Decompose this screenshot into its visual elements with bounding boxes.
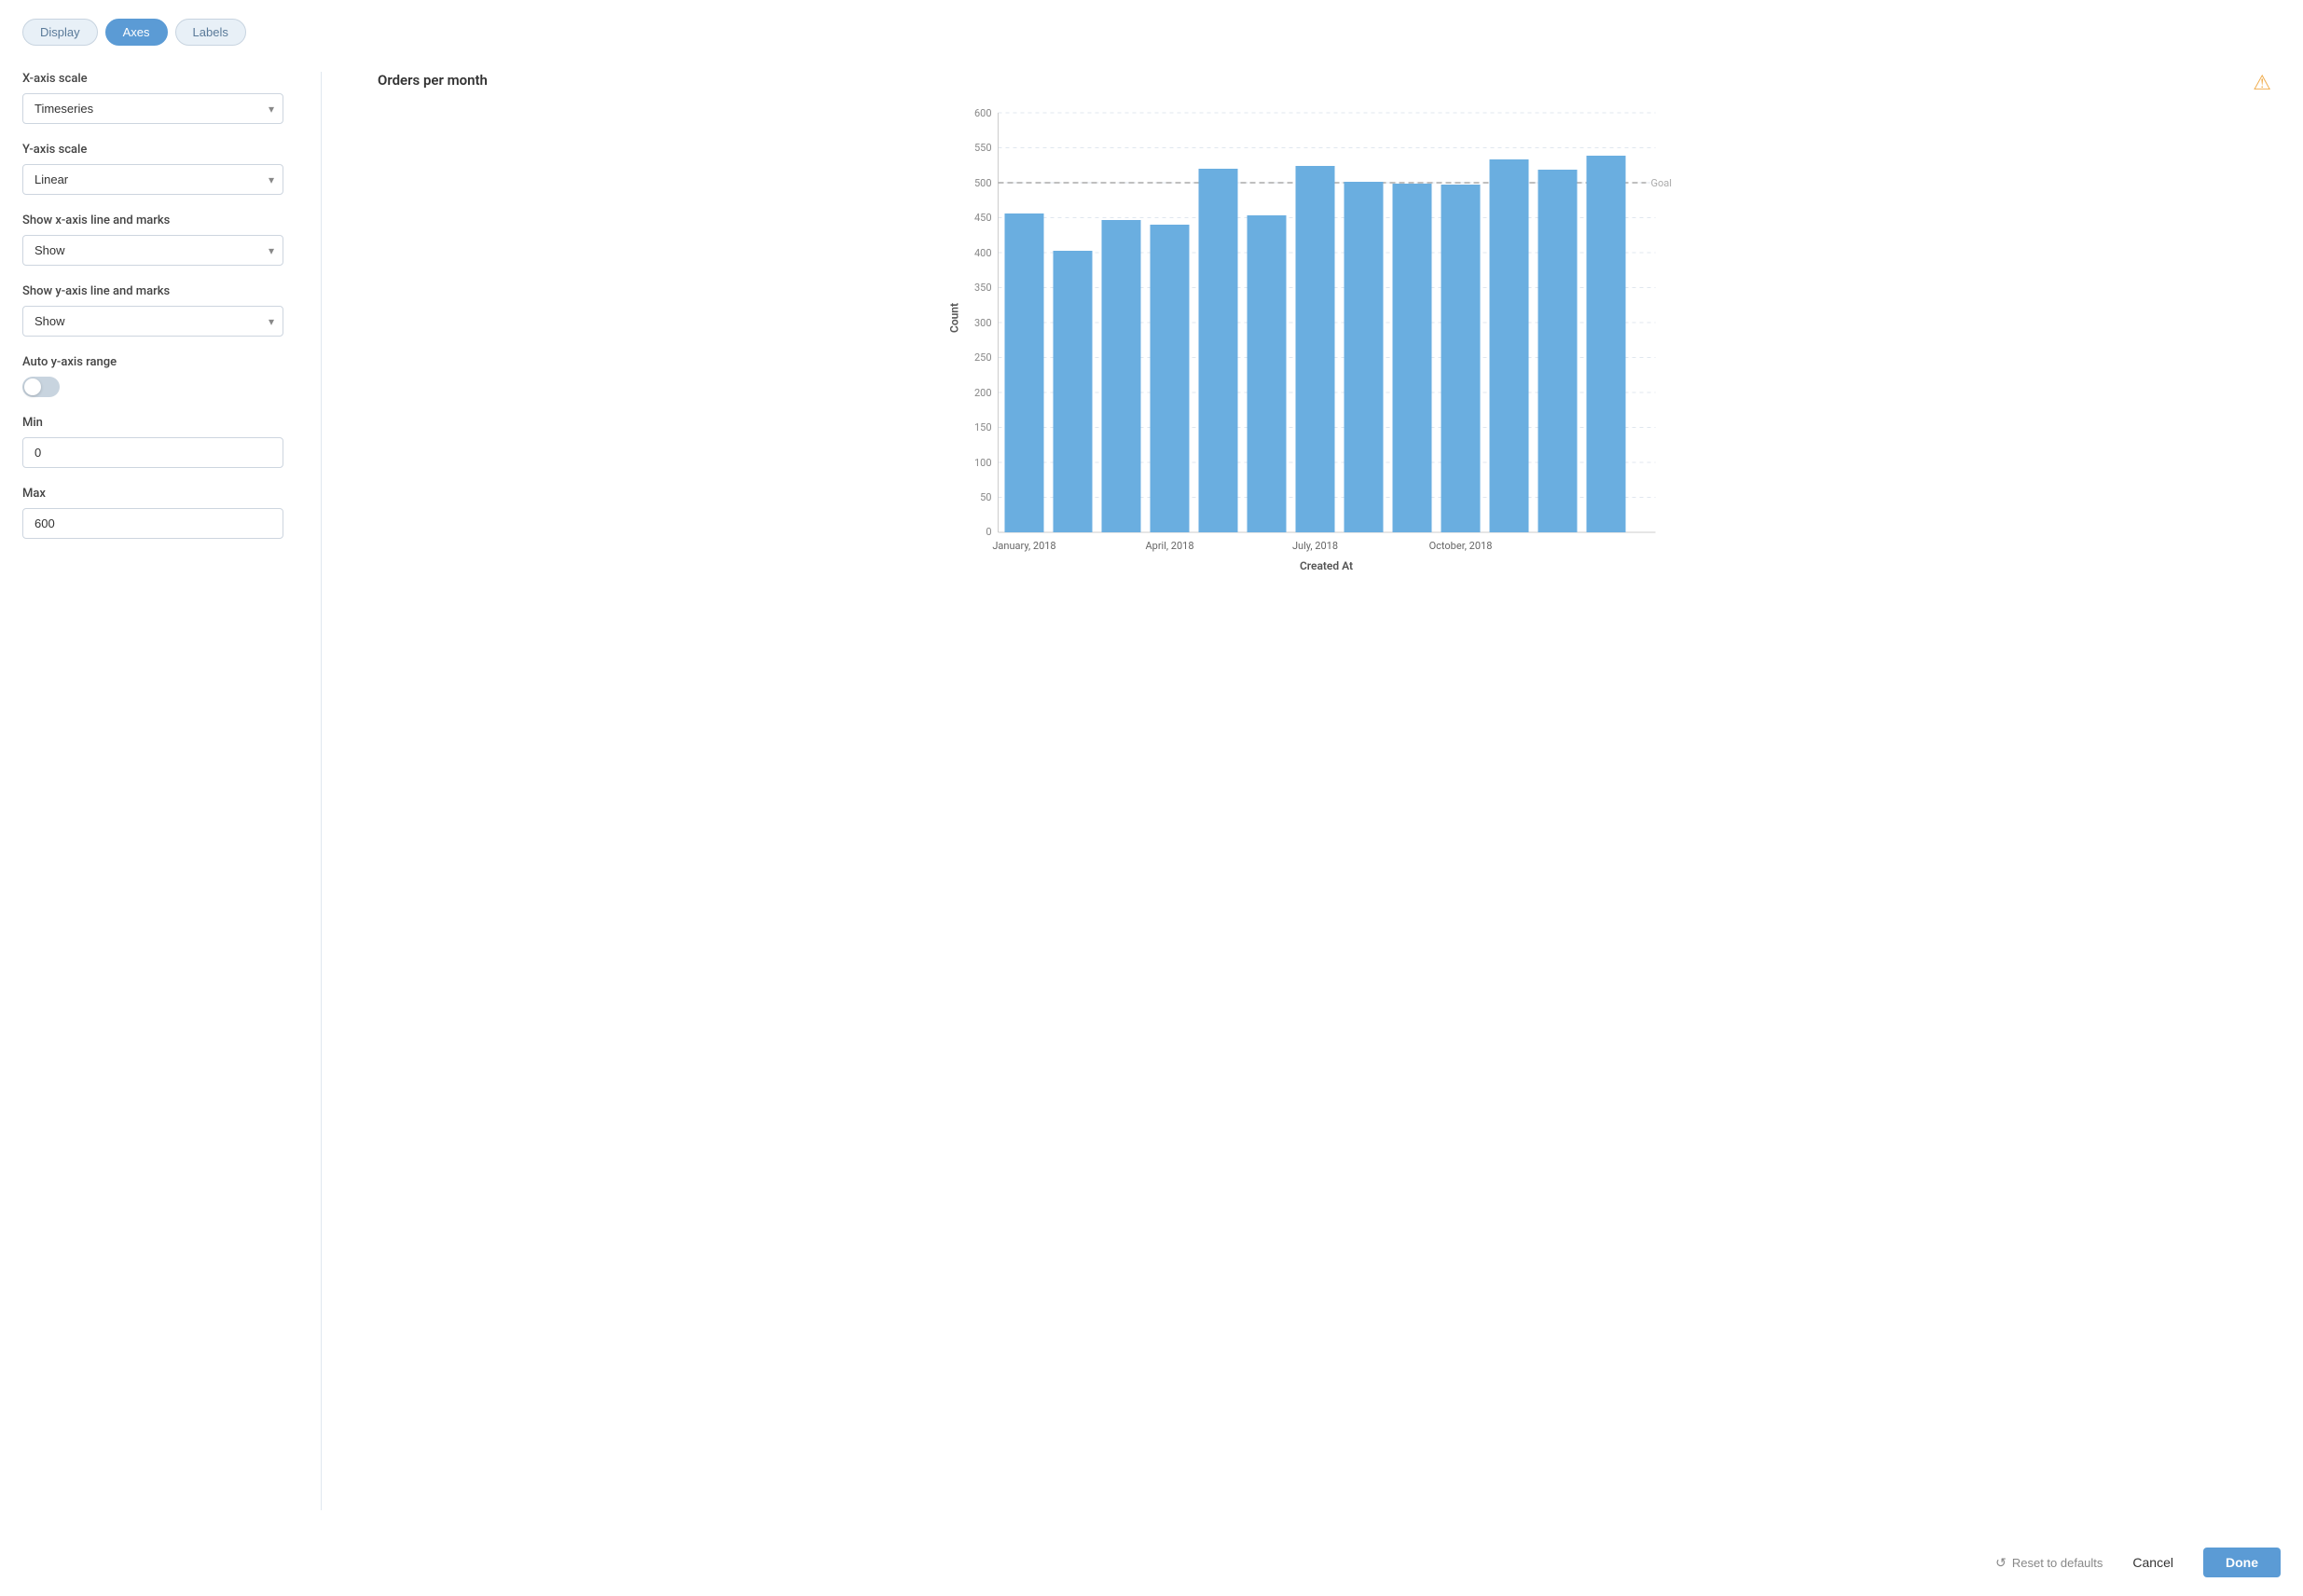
- bar-jul: [1296, 166, 1335, 532]
- bar-oct: [1441, 185, 1481, 532]
- svg-text:October, 2018: October, 2018: [1429, 540, 1493, 552]
- bar-aug: [1345, 182, 1384, 532]
- bar-feb: [1054, 251, 1093, 532]
- footer-actions: ↺ Reset to defaults Cancel Done: [22, 1533, 2281, 1577]
- svg-text:July, 2018: July, 2018: [1292, 540, 1338, 552]
- chart-title: Orders per month: [378, 72, 2281, 89]
- svg-text:350: 350: [974, 282, 992, 294]
- show-yaxis-select[interactable]: Show Hide: [22, 306, 283, 337]
- show-xaxis-select[interactable]: Show Hide: [22, 235, 283, 266]
- bar-jan2: [1587, 156, 1626, 532]
- svg-text:100: 100: [974, 457, 992, 469]
- svg-text:550: 550: [974, 142, 992, 154]
- min-group: Min: [22, 416, 283, 468]
- tab-display[interactable]: Display: [22, 19, 98, 46]
- show-xaxis-group: Show x-axis line and marks Show Hide ▾: [22, 213, 283, 266]
- bar-apr: [1151, 225, 1190, 532]
- bar-may: [1199, 169, 1238, 532]
- tab-labels[interactable]: Labels: [175, 19, 246, 46]
- bar-nov: [1490, 159, 1529, 532]
- bar-jan: [1005, 213, 1044, 532]
- show-xaxis-label: Show x-axis line and marks: [22, 213, 283, 227]
- left-panel: X-axis scale Timeseries Ordinal Quantita…: [22, 72, 311, 1510]
- svg-text:50: 50: [980, 491, 991, 503]
- reset-icon: ↺: [1995, 1555, 2007, 1571]
- bar-jun: [1248, 215, 1287, 532]
- auto-yaxis-toggle[interactable]: [22, 377, 60, 397]
- svg-text:500: 500: [974, 177, 992, 189]
- chart-area: 600 550 500 450 400 350: [340, 103, 2281, 588]
- svg-text:Goal: Goal: [1651, 177, 1672, 189]
- show-yaxis-label: Show y-axis line and marks: [22, 284, 283, 298]
- max-label: Max: [22, 487, 283, 501]
- svg-text:450: 450: [974, 212, 992, 224]
- svg-text:Count: Count: [948, 303, 961, 333]
- bar-mar: [1102, 220, 1141, 532]
- svg-text:300: 300: [974, 317, 992, 329]
- warning-icon: ⚠: [2253, 72, 2271, 95]
- xaxis-scale-label: X-axis scale: [22, 72, 283, 86]
- svg-text:April, 2018: April, 2018: [1145, 540, 1193, 552]
- svg-text:January, 2018: January, 2018: [992, 540, 1055, 552]
- tab-axes[interactable]: Axes: [105, 19, 168, 46]
- panel-divider: [321, 72, 322, 1510]
- min-input[interactable]: [22, 437, 283, 468]
- min-label: Min: [22, 416, 283, 430]
- right-panel: ⚠ Orders per month 600 550 500: [331, 72, 2281, 1510]
- done-button[interactable]: Done: [2203, 1548, 2281, 1577]
- auto-yaxis-label: Auto y-axis range: [22, 355, 283, 369]
- chart-svg: 600 550 500 450 400 350: [340, 103, 2281, 588]
- reset-label: Reset to defaults: [2012, 1556, 2103, 1570]
- bar-dec: [1538, 170, 1578, 532]
- bar-sep: [1393, 184, 1432, 532]
- max-group: Max: [22, 487, 283, 539]
- xaxis-scale-group: X-axis scale Timeseries Ordinal Quantita…: [22, 72, 283, 124]
- show-yaxis-group: Show y-axis line and marks Show Hide ▾: [22, 284, 283, 337]
- yaxis-scale-label: Y-axis scale: [22, 143, 283, 157]
- svg-text:200: 200: [974, 387, 992, 399]
- xaxis-scale-select[interactable]: Timeseries Ordinal Quantitative: [22, 93, 283, 124]
- svg-text:150: 150: [974, 421, 992, 433]
- svg-text:600: 600: [974, 107, 992, 119]
- tab-bar: Display Axes Labels: [22, 19, 2281, 46]
- reset-button[interactable]: ↺ Reset to defaults: [1995, 1555, 2103, 1571]
- svg-text:Created At: Created At: [1300, 559, 1353, 572]
- svg-text:0: 0: [986, 526, 991, 538]
- auto-yaxis-group: Auto y-axis range: [22, 355, 283, 397]
- max-input[interactable]: [22, 508, 283, 539]
- svg-text:400: 400: [974, 247, 992, 259]
- cancel-button[interactable]: Cancel: [2117, 1548, 2188, 1577]
- yaxis-scale-group: Y-axis scale Linear Logarithmic ▾: [22, 143, 283, 195]
- svg-text:250: 250: [974, 351, 992, 364]
- yaxis-scale-select[interactable]: Linear Logarithmic: [22, 164, 283, 195]
